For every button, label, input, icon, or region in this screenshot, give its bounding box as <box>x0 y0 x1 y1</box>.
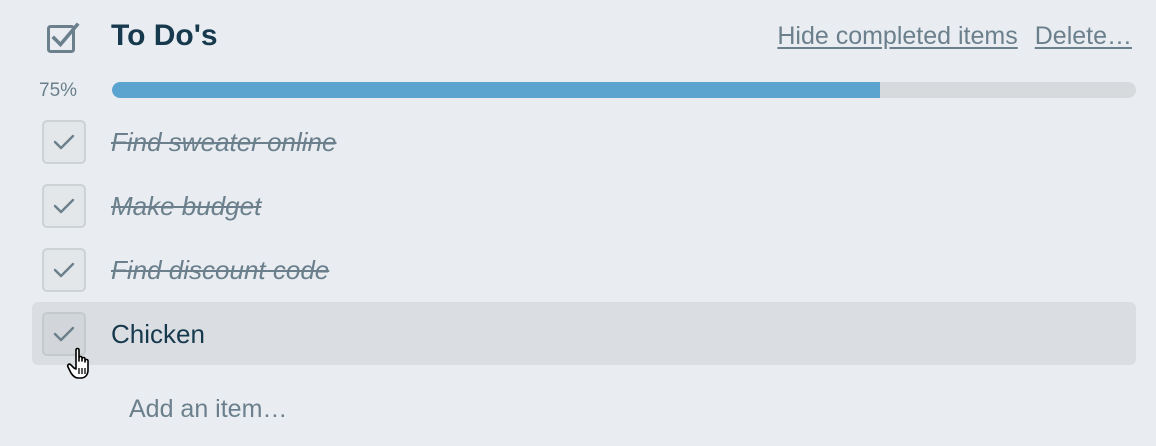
checklist-panel: To Do's Hide completed items Delete… 75%… <box>0 0 1156 446</box>
checklist-title[interactable]: To Do's <box>111 18 218 54</box>
progress-bar <box>112 82 1136 98</box>
item-label[interactable]: Chicken <box>111 318 205 350</box>
delete-link[interactable]: Delete… <box>1035 20 1132 52</box>
hide-completed-link[interactable]: Hide completed items <box>777 20 1017 52</box>
checklist-item[interactable]: Chicken <box>32 302 1136 365</box>
item-checkbox[interactable] <box>42 120 86 164</box>
checklist-item[interactable]: Find sweater online <box>32 110 1136 173</box>
checkbox-icon <box>47 22 80 53</box>
progress-percent: 75% <box>39 80 78 101</box>
checklist-item[interactable]: Make budget <box>32 174 1136 237</box>
add-item-button[interactable]: Add an item… <box>129 393 287 425</box>
item-label[interactable]: Make budget <box>111 190 261 222</box>
progress-fill <box>112 82 880 98</box>
checklist-item[interactable]: Find discount code <box>32 238 1136 301</box>
header-actions: Hide completed items Delete… <box>777 20 1132 52</box>
item-label[interactable]: Find sweater online <box>111 126 336 158</box>
checkmark-icon <box>53 198 75 214</box>
checkmark-icon <box>53 262 75 278</box>
item-label[interactable]: Find discount code <box>111 254 329 286</box>
item-checkbox[interactable] <box>42 184 86 228</box>
checkmark-icon <box>53 134 75 150</box>
hand-pointer-icon <box>66 347 89 379</box>
item-checkbox[interactable] <box>42 248 86 292</box>
checkmark-icon <box>53 326 75 342</box>
